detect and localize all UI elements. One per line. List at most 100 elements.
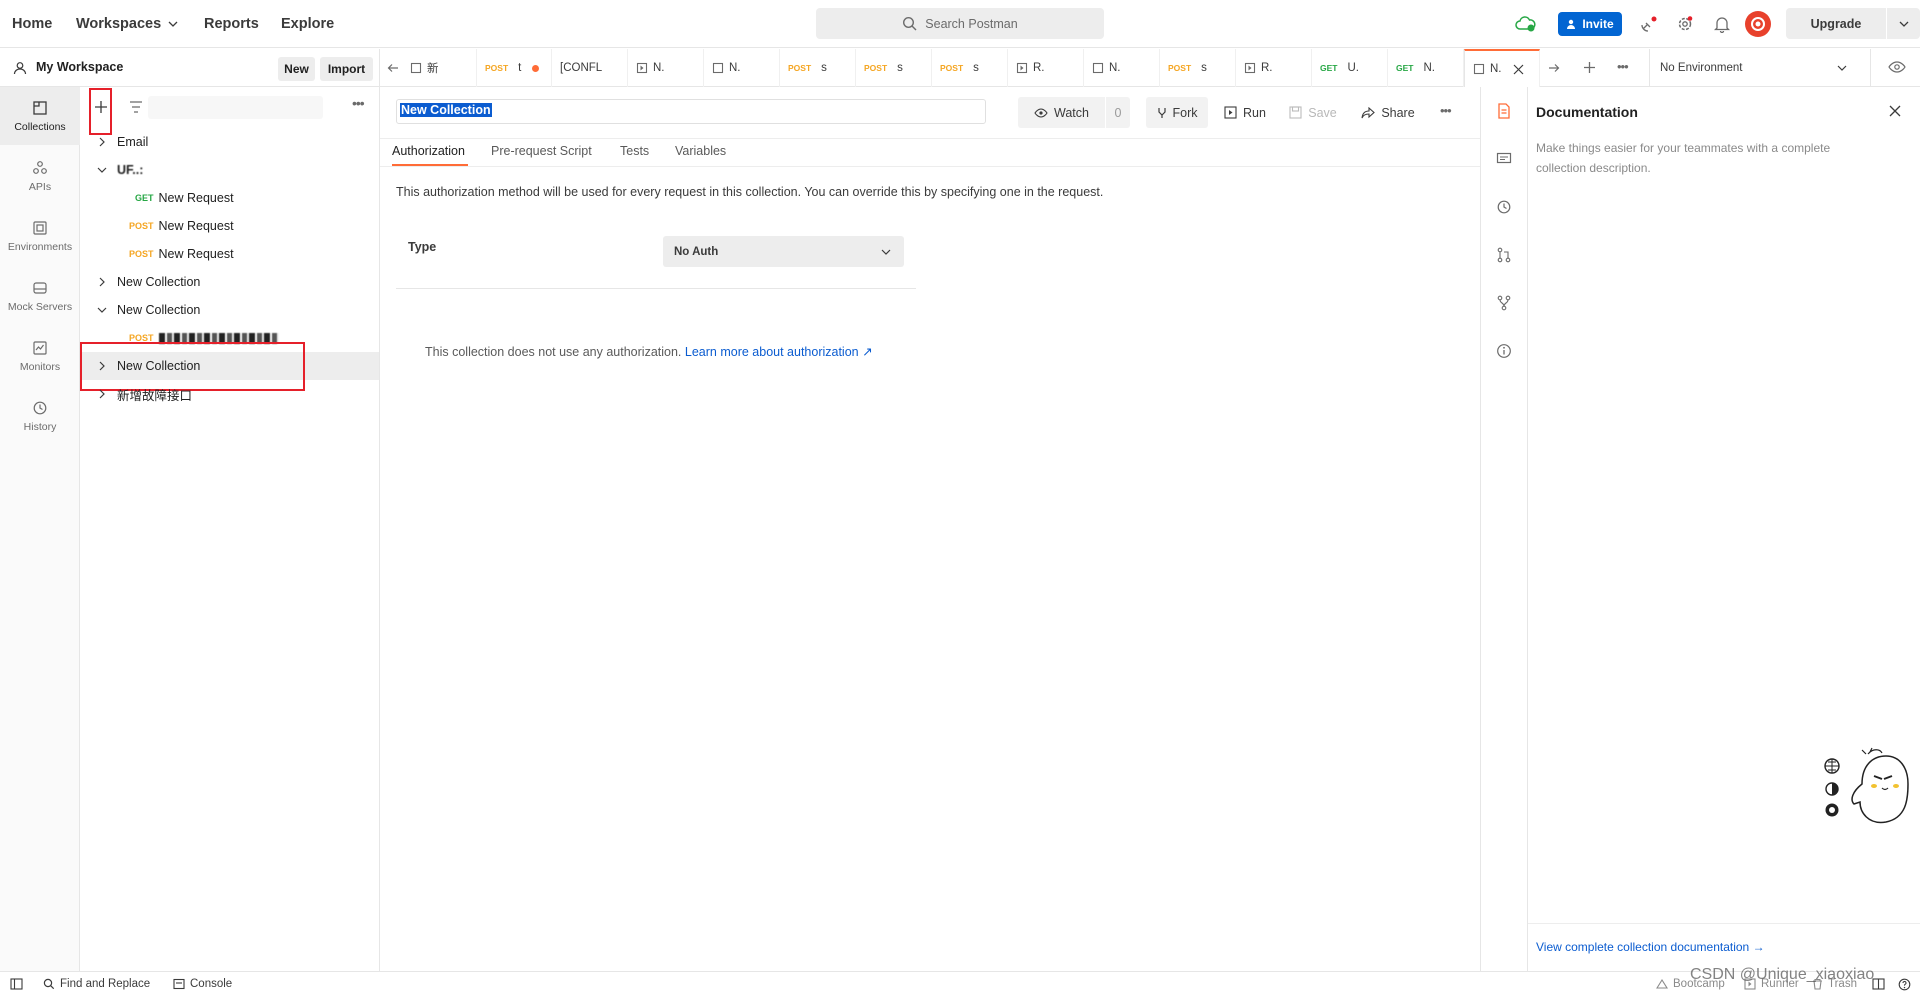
chevron-down-icon[interactable] (1898, 18, 1910, 30)
run-button[interactable]: Run (1220, 97, 1270, 128)
documentation-icon[interactable] (1494, 101, 1514, 121)
rail-environments[interactable]: Environments (0, 207, 80, 265)
nav-home[interactable]: Home (12, 0, 52, 48)
sync-status-icon[interactable] (1514, 12, 1538, 36)
tab[interactable]: N. (628, 49, 704, 87)
plus-icon[interactable] (1583, 61, 1596, 74)
help-icon[interactable] (1898, 978, 1911, 991)
avatar[interactable] (1745, 11, 1771, 37)
tab-label: N. (729, 62, 741, 74)
tab[interactable]: R. (1008, 49, 1084, 87)
search-bar[interactable]: Search Postman (816, 8, 1104, 39)
tab[interactable]: 新 (402, 49, 477, 87)
tab[interactable]: POST s (780, 49, 856, 87)
auth-type-value: No Auth (674, 245, 719, 258)
save-icon (1289, 106, 1302, 119)
workspace-header: My Workspace New Import (0, 49, 380, 87)
filter-icon[interactable] (129, 101, 143, 113)
watch-button[interactable]: Watch (1018, 97, 1105, 128)
tab-label: s (897, 62, 903, 74)
learn-more-link[interactable]: Learn more about authorization ↗ (685, 345, 873, 359)
import-button[interactable]: Import (320, 57, 373, 81)
satellite-icon[interactable] (1637, 12, 1661, 36)
collection-name-input[interactable]: New Collection (396, 99, 986, 124)
nav-reports[interactable]: Reports (204, 0, 259, 48)
tab[interactable]: POST s (1160, 49, 1236, 87)
console-button[interactable]: Console (173, 978, 232, 990)
notification-bell-icon[interactable] (1710, 12, 1734, 36)
method-badge: GET (135, 193, 154, 203)
collection-name: UF..: (117, 163, 144, 177)
rail-monitors[interactable]: Monitors (0, 327, 80, 385)
tab[interactable]: GET U. (1312, 49, 1388, 87)
tab-label: s (1201, 62, 1207, 74)
tab[interactable]: N. (704, 49, 780, 87)
new-button[interactable]: New (278, 57, 315, 81)
more-tabs-icon[interactable]: ••• (1617, 59, 1629, 74)
workspace-name[interactable]: My Workspace (36, 60, 123, 74)
tab[interactable]: R. (1236, 49, 1312, 87)
arrow-left-icon[interactable] (387, 62, 399, 74)
tab-authorization[interactable]: Authorization (392, 144, 465, 158)
nav-explore[interactable]: Explore (281, 0, 334, 48)
pull-request-icon[interactable] (1494, 245, 1514, 265)
close-icon[interactable] (1513, 64, 1524, 75)
rail-history[interactable]: History (0, 387, 80, 445)
collection-item[interactable]: New Collection (80, 268, 379, 296)
upgrade-divider (1886, 8, 1887, 39)
collection-item[interactable]: 新增故障接口 (80, 380, 379, 408)
environment-selector[interactable]: No Environment (1660, 49, 1860, 87)
tab[interactable]: N. (1084, 49, 1160, 87)
fork-icon[interactable] (1494, 293, 1514, 313)
more-options-icon[interactable]: ••• (352, 95, 365, 111)
collection-item[interactable]: New Collection (80, 296, 379, 324)
request-item[interactable]: GET New Request (80, 184, 379, 212)
settings-icon[interactable] (1673, 12, 1697, 36)
close-icon[interactable] (1889, 105, 1901, 117)
request-item[interactable]: POST New Request (80, 240, 379, 268)
tab[interactable]: [CONFL (552, 49, 628, 87)
changelog-icon[interactable] (1494, 197, 1514, 217)
fork-button[interactable]: Fork (1146, 97, 1208, 128)
nav-workspaces[interactable]: Workspaces (76, 0, 179, 48)
tab-active[interactable]: N. (1464, 49, 1540, 87)
tab[interactable]: POST s (932, 49, 1008, 87)
save-button[interactable]: Save (1286, 97, 1340, 128)
comments-icon[interactable] (1494, 149, 1514, 169)
find-replace-button[interactable]: Find and Replace (43, 978, 150, 990)
share-button[interactable]: Share (1358, 97, 1418, 128)
method-badge: POST (485, 63, 509, 73)
arrow-right-icon[interactable] (1548, 62, 1560, 74)
tab[interactable]: POST t (477, 49, 552, 87)
search-placeholder: Search Postman (925, 16, 1018, 31)
documentation-description[interactable]: Make things easier for your teammates wi… (1536, 138, 1866, 178)
tab-variables[interactable]: Variables (675, 144, 726, 158)
console-label: Console (190, 978, 233, 990)
collection-email[interactable]: Email (80, 128, 379, 156)
environments-icon (33, 220, 47, 235)
info-icon[interactable] (1494, 341, 1514, 361)
tab-pre-request-script[interactable]: Pre-request Script (491, 144, 592, 158)
auth-type-select[interactable]: No Auth (663, 236, 904, 267)
chevron-down-icon (97, 167, 107, 173)
request-item[interactable]: POST New Request (80, 212, 379, 240)
upgrade-button[interactable]: Upgrade (1786, 8, 1920, 39)
rail-collections-label: Collections (14, 120, 66, 133)
watch-count[interactable]: 0 (1106, 97, 1130, 128)
invite-button[interactable]: Invite (1558, 12, 1622, 36)
tab[interactable]: GET N. (1388, 49, 1464, 87)
filter-input[interactable] (148, 96, 323, 119)
toggle-sidebar-icon[interactable] (10, 978, 23, 990)
tab[interactable]: POST s (856, 49, 932, 87)
chevron-down-icon (97, 307, 107, 313)
more-actions-icon[interactable]: ••• (1440, 103, 1452, 118)
eye-icon[interactable] (1888, 60, 1906, 74)
collection-blurred[interactable]: UF..: (80, 156, 379, 184)
collections-icon (33, 100, 47, 115)
tab-tests[interactable]: Tests (620, 144, 649, 158)
rail-apis[interactable]: APIs (0, 147, 80, 205)
rail-mock-servers[interactable]: Mock Servers (0, 267, 80, 325)
rail-collections[interactable]: Collections (0, 87, 80, 145)
no-auth-message: This collection does not use any authori… (425, 344, 873, 359)
view-documentation-link[interactable]: View complete collection documentation → (1536, 940, 1765, 954)
